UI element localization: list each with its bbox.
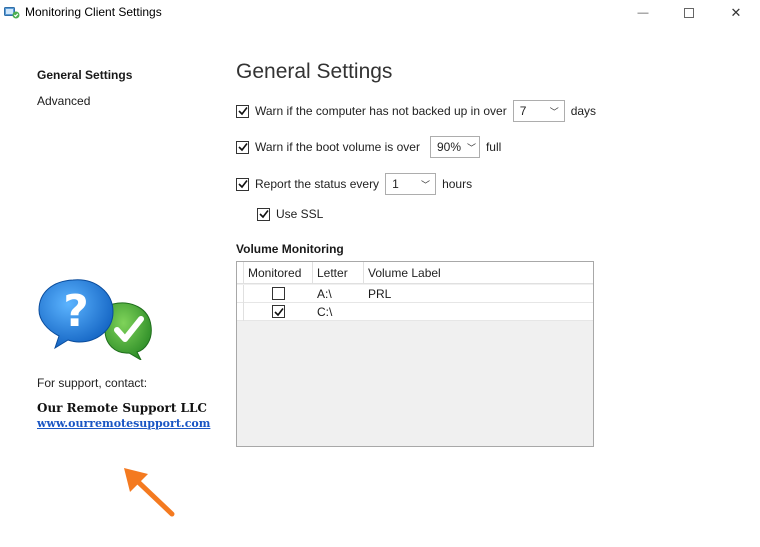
use-ssl-label: Use SSL	[276, 207, 324, 221]
chevron-down-icon: ﹀	[549, 106, 559, 117]
sidebar-item-advanced[interactable]: Advanced	[37, 94, 90, 108]
boot-volume-warning-suffix: full	[485, 140, 502, 154]
row-header-cell	[237, 302, 244, 321]
monitored-checkbox-c[interactable]	[272, 305, 285, 318]
report-hours-dropdown[interactable]: 1 ﹀	[385, 173, 437, 195]
monitored-checkbox-a[interactable]	[272, 287, 285, 300]
backup-warning-label: Warn if the computer has not backed up i…	[255, 104, 507, 118]
use-ssl-checkbox[interactable]	[257, 207, 270, 221]
row-header-gutter	[237, 262, 244, 284]
report-status-label: Report the status every	[255, 177, 380, 191]
checkmark-icon	[237, 143, 248, 152]
boot-volume-percent-value: 90%	[436, 140, 461, 154]
page-title: General Settings	[236, 60, 393, 83]
letter-cell: C:\	[317, 304, 333, 319]
report-status-checkbox[interactable]	[236, 177, 249, 191]
sidebar: General Settings Advanced ? For support,…	[0, 26, 220, 547]
boot-volume-warning-row: Warn if the boot volume is over 90% ﹀ fu…	[236, 135, 501, 159]
main-panel: General Settings Warn if the computer ha…	[236, 26, 746, 547]
row-header-cell	[237, 284, 244, 303]
letter-cell: A:\	[317, 286, 332, 301]
chevron-down-icon: ﹀	[421, 179, 431, 190]
chevron-down-icon: ﹀	[467, 142, 477, 153]
window-title: Monitoring Client Settings	[25, 5, 162, 19]
maximize-icon	[684, 8, 694, 18]
report-hours-value: 1	[392, 177, 399, 191]
backup-days-dropdown[interactable]: 7 ﹀	[512, 100, 565, 122]
checkmark-icon	[237, 180, 248, 189]
company-website-link[interactable]: www.ourremotesupport.com	[37, 417, 210, 430]
column-header-letter[interactable]: Letter	[313, 262, 364, 284]
checkmark-icon	[273, 307, 284, 316]
close-icon: ✕	[730, 5, 742, 20]
checkmark-icon	[258, 210, 269, 219]
svg-text:?: ?	[63, 286, 89, 337]
table-header: Monitored Letter Volume Label	[237, 262, 593, 284]
sidebar-item-general-settings[interactable]: General Settings	[37, 68, 132, 82]
minimize-icon: —	[637, 7, 649, 19]
report-status-suffix: hours	[442, 177, 473, 191]
support-label: For support, contact:	[37, 376, 148, 390]
minimize-button[interactable]: —	[620, 0, 666, 26]
monitored-cell	[244, 305, 313, 318]
use-ssl-row: Use SSL	[257, 202, 323, 226]
monitor-app-icon	[4, 7, 20, 19]
monitored-cell	[244, 287, 313, 300]
backup-warning-suffix: days	[570, 104, 597, 118]
table-row[interactable]: A:\ PRL	[237, 284, 593, 303]
volume-label-cell: PRL	[368, 286, 392, 301]
company-name: Our Remote Support LLC	[37, 401, 207, 415]
close-button[interactable]: ✕	[713, 0, 759, 26]
boot-volume-percent-dropdown[interactable]: 90% ﹀	[429, 136, 480, 158]
backup-days-value: 7	[519, 104, 527, 118]
checkmark-icon	[237, 107, 248, 116]
boot-volume-warning-checkbox[interactable]	[236, 140, 249, 154]
column-header-volume-label[interactable]: Volume Label	[364, 262, 593, 284]
report-status-row: Report the status every 1 ﹀ hours	[236, 172, 472, 196]
column-header-monitored[interactable]: Monitored	[244, 262, 313, 284]
backup-warning-row: Warn if the computer has not backed up i…	[236, 99, 596, 123]
table-row[interactable]: C:\	[237, 302, 593, 321]
backup-warning-checkbox[interactable]	[236, 104, 249, 118]
boot-volume-warning-label: Warn if the boot volume is over	[255, 140, 420, 154]
volume-monitoring-title: Volume Monitoring	[236, 242, 344, 256]
help-check-bubbles-icon: ?	[38, 279, 152, 360]
title-bar: Monitoring Client Settings — ✕	[0, 0, 760, 26]
maximize-button[interactable]	[666, 0, 712, 26]
orange-arrow-icon	[124, 468, 175, 517]
volume-monitoring-table: Monitored Letter Volume Label A:\ PRL C:…	[236, 261, 594, 447]
